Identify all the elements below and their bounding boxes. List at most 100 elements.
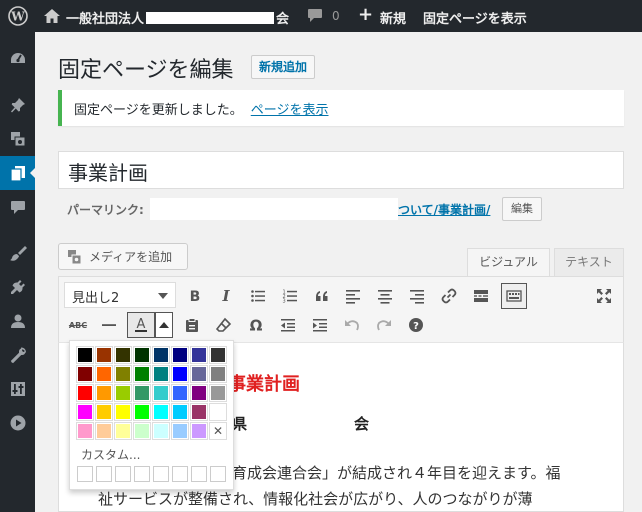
color-swatch[interactable]: [153, 347, 169, 363]
color-swatch[interactable]: [172, 385, 188, 401]
toolbar-toggle-button[interactable]: [501, 283, 527, 309]
italic-button[interactable]: I: [214, 284, 238, 308]
color-swatch[interactable]: [172, 366, 188, 382]
fullscreen-button[interactable]: [592, 284, 616, 308]
color-swatch[interactable]: [172, 404, 188, 420]
color-swatch[interactable]: [77, 423, 93, 439]
insert-link-button[interactable]: [437, 284, 461, 308]
custom-color-slot[interactable]: [210, 466, 226, 482]
sidebar-item-tools[interactable]: [0, 338, 35, 372]
custom-color-slot[interactable]: [77, 466, 93, 482]
align-left-button[interactable]: [341, 284, 365, 308]
color-swatch[interactable]: [115, 385, 131, 401]
outdent-button[interactable]: [276, 313, 300, 337]
color-swatch[interactable]: [115, 404, 131, 420]
color-swatch[interactable]: [134, 347, 150, 363]
color-swatch[interactable]: [153, 423, 169, 439]
color-swatch[interactable]: [191, 385, 207, 401]
color-swatch[interactable]: [96, 347, 112, 363]
horizontal-line-button[interactable]: [97, 313, 121, 337]
custom-color-slot[interactable]: [96, 466, 112, 482]
post-title-input[interactable]: 事業計画: [58, 151, 624, 189]
color-swatch[interactable]: [153, 404, 169, 420]
color-swatch[interactable]: [210, 347, 226, 363]
sidebar-item-comments[interactable]: [0, 190, 35, 224]
color-swatch[interactable]: [134, 404, 150, 420]
tab-visual[interactable]: ビジュアル: [467, 248, 550, 276]
color-swatch[interactable]: [191, 347, 207, 363]
blockquote-button[interactable]: [310, 284, 334, 308]
home-icon[interactable]: [44, 9, 60, 23]
keyboard-shortcuts-button[interactable]: ?: [404, 313, 428, 337]
color-swatch[interactable]: [96, 404, 112, 420]
new-content-link[interactable]: 新規: [380, 8, 406, 27]
undo-button[interactable]: [340, 313, 364, 337]
color-swatch[interactable]: [172, 423, 188, 439]
paste-as-text-button[interactable]: [180, 313, 204, 337]
sidebar-item-plugins[interactable]: [0, 270, 35, 304]
sidebar-item-collapse[interactable]: [0, 406, 35, 440]
permalink-link[interactable]: ついて/事業計画/: [398, 201, 490, 218]
indent-button[interactable]: [308, 313, 332, 337]
align-right-button[interactable]: [405, 284, 429, 308]
color-swatch[interactable]: [96, 385, 112, 401]
color-swatch[interactable]: [210, 366, 226, 382]
color-swatch[interactable]: [153, 366, 169, 382]
color-swatch[interactable]: [153, 385, 169, 401]
comment-icon[interactable]: [307, 8, 323, 23]
view-page-link[interactable]: 固定ページを表示: [423, 8, 527, 27]
color-swatch[interactable]: [77, 347, 93, 363]
color-swatch[interactable]: [77, 404, 93, 420]
custom-color-button[interactable]: カスタム...: [81, 446, 140, 463]
permalink-edit-button[interactable]: 編集: [502, 197, 542, 221]
color-swatch[interactable]: [115, 423, 131, 439]
align-center-button[interactable]: [373, 284, 397, 308]
comment-count[interactable]: 0: [332, 9, 340, 23]
color-swatch[interactable]: [115, 366, 131, 382]
color-swatch[interactable]: [210, 385, 226, 401]
custom-color-slot[interactable]: [115, 466, 131, 482]
site-name-link[interactable]: 一般社団法人 会: [66, 8, 289, 27]
text-color-button[interactable]: A: [127, 312, 155, 338]
view-page-notice-link[interactable]: ページを表示: [251, 103, 329, 118]
clear-formatting-button[interactable]: [212, 313, 236, 337]
clear-color-button[interactable]: ✕: [210, 423, 226, 439]
sidebar-item-media[interactable]: [0, 122, 35, 156]
read-more-button[interactable]: [469, 284, 493, 308]
custom-color-slot[interactable]: [172, 466, 188, 482]
color-swatch[interactable]: [77, 385, 93, 401]
text-color-dropdown[interactable]: [155, 312, 173, 338]
color-swatch[interactable]: [96, 366, 112, 382]
color-swatch[interactable]: [191, 423, 207, 439]
sidebar-item-users[interactable]: [0, 304, 35, 338]
color-swatch[interactable]: [210, 404, 226, 420]
color-swatch[interactable]: [172, 347, 188, 363]
color-swatch[interactable]: [191, 404, 207, 420]
format-select[interactable]: 見出し2: [64, 282, 176, 308]
color-swatch[interactable]: [115, 347, 131, 363]
custom-color-slot[interactable]: [191, 466, 207, 482]
color-swatch[interactable]: [134, 366, 150, 382]
color-swatch[interactable]: [191, 366, 207, 382]
add-new-button[interactable]: 新規追加: [251, 55, 316, 79]
sidebar-item-appearance[interactable]: [0, 236, 35, 270]
plus-icon[interactable]: +: [358, 6, 373, 24]
sidebar-item-pages[interactable]: [0, 156, 36, 190]
custom-color-slot[interactable]: [134, 466, 150, 482]
redo-button[interactable]: [372, 313, 396, 337]
color-swatch[interactable]: [134, 385, 150, 401]
numbered-list-button[interactable]: 123: [278, 284, 302, 308]
strikethrough-button[interactable]: ABC: [65, 313, 91, 337]
sidebar-item-dashboard[interactable]: [0, 42, 35, 76]
color-swatch[interactable]: [134, 423, 150, 439]
wordpress-logo-icon[interactable]: W: [0, 0, 35, 32]
color-swatch[interactable]: [77, 366, 93, 382]
sidebar-item-settings[interactable]: [0, 372, 35, 406]
sidebar-item-posts[interactable]: [0, 88, 35, 122]
add-media-button[interactable]: メディアを追加: [58, 243, 188, 270]
color-swatch[interactable]: [96, 423, 112, 439]
bullet-list-button[interactable]: [246, 284, 270, 308]
bold-button[interactable]: B: [183, 284, 207, 308]
special-character-button[interactable]: Ω: [244, 313, 268, 337]
tab-text[interactable]: テキスト: [554, 248, 624, 276]
